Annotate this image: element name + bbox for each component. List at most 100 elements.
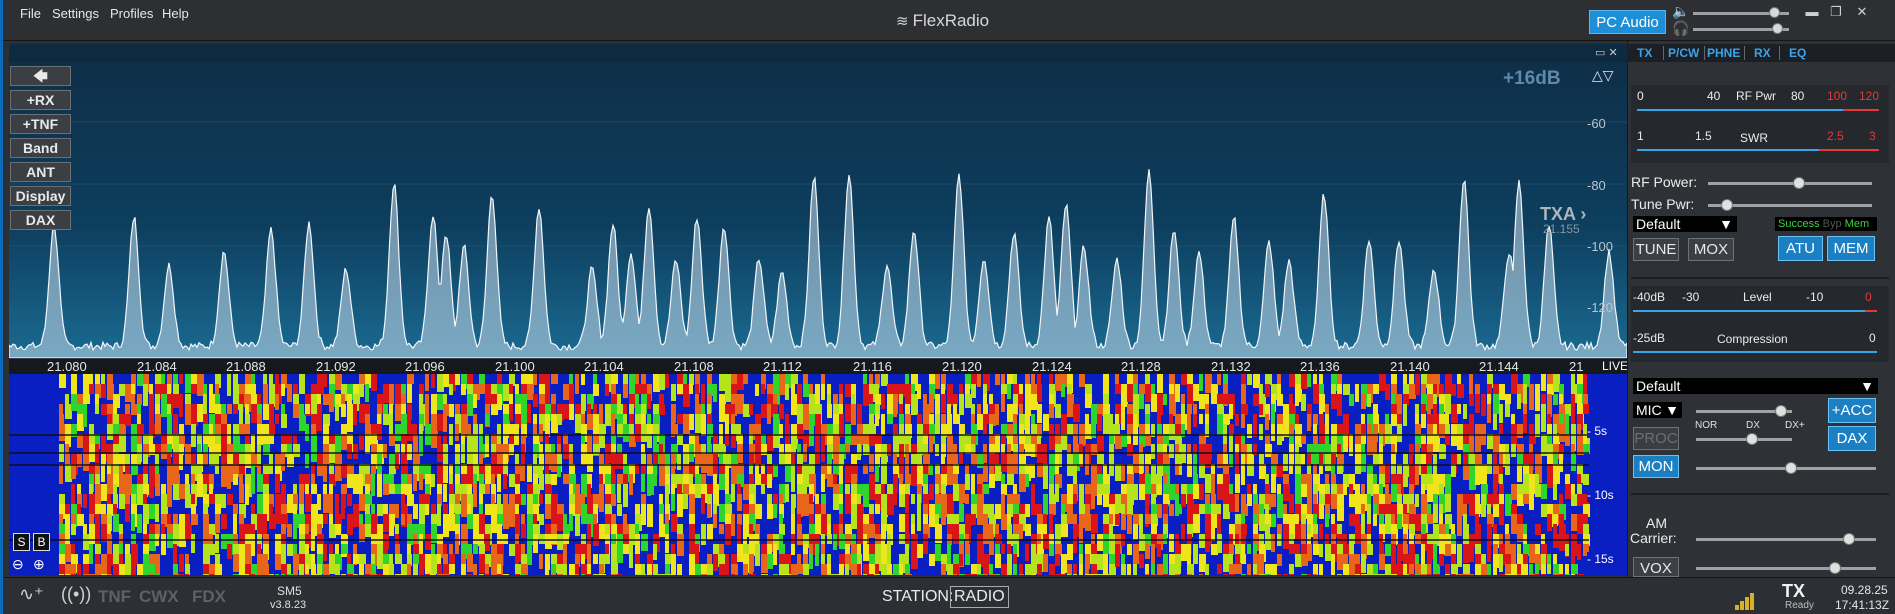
menu-help[interactable]: Help (162, 6, 189, 21)
wireless-icon[interactable]: ((•)) (61, 584, 91, 605)
waterfall-cell (875, 394, 882, 405)
band-button[interactable]: Band (10, 138, 71, 158)
waterfall-cell (1061, 384, 1065, 397)
proc-slider-knob[interactable] (1746, 433, 1758, 445)
antenna-button[interactable]: ANT (10, 162, 71, 182)
waterfall-b-button[interactable]: B (33, 533, 50, 551)
add-rx-button[interactable]: +RX (10, 90, 71, 110)
tab-pcw[interactable]: P/CW (1668, 46, 1699, 60)
waterfall-cell (1523, 414, 1527, 433)
waterfall-cell (911, 384, 915, 394)
mic-source-select[interactable]: MIC ▼ (1633, 402, 1682, 418)
waterfall-cell (887, 414, 893, 424)
dax-tx-button[interactable]: DAX (1828, 426, 1876, 451)
waterfall-cell (1499, 454, 1503, 464)
waterfall-cell (677, 494, 683, 517)
proc-button[interactable]: PROC (1633, 427, 1679, 450)
tnf-toggle[interactable]: TNF (98, 587, 131, 607)
waterfall-cell (1487, 434, 1494, 449)
waterfall-cell (1085, 574, 1092, 575)
menu-profiles[interactable]: Profiles (110, 6, 153, 21)
mox-button[interactable]: MOX (1688, 238, 1734, 261)
pan-scale-arrows[interactable]: △▽ (1592, 67, 1614, 84)
minimize-button[interactable]: ▬ (1802, 5, 1822, 19)
waterfall-cell (281, 454, 285, 471)
waterfall-cell (701, 454, 708, 473)
meter-scale: -40dB (1633, 290, 1666, 304)
waterfall-cell (335, 434, 341, 454)
collapse-panel-button[interactable]: 🡄 (10, 66, 71, 86)
waterfall-cell (131, 434, 137, 452)
menu-settings[interactable]: Settings (52, 6, 99, 21)
zoom-in-icon[interactable]: ⊕ (33, 556, 45, 573)
waterfall-cell (383, 384, 389, 403)
waterfall-cell (1385, 514, 1391, 534)
waterfall-cell (1535, 524, 1541, 535)
waterfall-cell (581, 374, 585, 385)
waterfall-cell (581, 504, 587, 524)
vox-button[interactable]: VOX (1633, 557, 1679, 577)
speaker-volume-knob[interactable] (1769, 7, 1780, 18)
vox-level-slider-knob[interactable] (1829, 562, 1841, 574)
tab-phone[interactable]: PHNE (1707, 46, 1740, 60)
display-button[interactable]: Display (10, 186, 71, 206)
pc-audio-button[interactable]: PC Audio (1589, 10, 1666, 34)
acc-button[interactable]: +ACC (1828, 398, 1876, 423)
tune-power-slider-knob[interactable] (1720, 199, 1733, 211)
rf-power-slider[interactable] (1708, 182, 1872, 185)
add-tnf-button[interactable]: +TNF (10, 114, 71, 134)
atu-button[interactable]: ATU (1778, 236, 1823, 261)
waterfall-cell (455, 424, 459, 441)
monitor-level-slider-knob[interactable] (1785, 462, 1797, 474)
station-name-field[interactable]: RADIO (950, 586, 1009, 608)
am-carrier-slider-knob[interactable] (1843, 533, 1855, 545)
waterfall-cell (1529, 574, 1536, 575)
menu-file[interactable]: File (20, 6, 41, 21)
mem-button[interactable]: MEM (1827, 236, 1875, 261)
waterfall-cell (743, 374, 748, 384)
waterfall-cell (1259, 384, 1263, 395)
waterfall-cell (1169, 484, 1175, 500)
tab-eq[interactable]: EQ (1789, 46, 1806, 60)
mic-profile-select[interactable]: Default ▼ (1633, 378, 1878, 394)
waterfall-cell (167, 494, 171, 505)
fdx-toggle[interactable]: FDX (192, 587, 226, 607)
waterfall-cell (701, 414, 706, 436)
waterfall[interactable] (9, 374, 1627, 575)
mic-level-slider-knob[interactable] (1775, 405, 1787, 417)
freq-label: 21.116 (853, 359, 892, 374)
waterfall-cell (1445, 394, 1451, 414)
waterfall-cell (1097, 454, 1104, 465)
waterfall-cell (983, 414, 990, 424)
proc-slider[interactable] (1696, 438, 1792, 441)
waterfall-s-button[interactable]: S (13, 533, 30, 551)
close-button[interactable]: ✕ (1852, 5, 1872, 19)
waterfall-cell (269, 574, 274, 575)
zoom-out-icon[interactable]: ⊖ (12, 556, 24, 573)
waterfall-cell (587, 404, 591, 414)
waterfall-cell (731, 464, 738, 484)
waterfall-cell (839, 564, 844, 575)
maximize-button[interactable]: ❐ (1826, 5, 1846, 19)
waterfall-cell (1067, 544, 1073, 560)
db-tick: -100 (1587, 239, 1614, 254)
tx-profile-select[interactable]: Default ▼ (1633, 216, 1737, 232)
db-offset-label: +16dB (1503, 68, 1561, 89)
mon-button[interactable]: MON (1633, 455, 1679, 478)
cwx-toggle[interactable]: CWX (139, 587, 179, 607)
waterfall-cell (989, 564, 993, 575)
tab-rx[interactable]: RX (1754, 46, 1771, 60)
headphone-volume-knob[interactable] (1772, 23, 1783, 34)
vox-level-slider[interactable] (1696, 567, 1876, 570)
waterfall-cell (971, 384, 976, 398)
dax-button[interactable]: DAX (10, 210, 71, 230)
add-panadapter-icon[interactable]: ∿⁺ (19, 584, 44, 605)
waterfall-cell (383, 564, 389, 575)
tab-tx[interactable]: TX (1637, 46, 1652, 60)
frequency-scale[interactable]: 21.080 21.084 21.088 21.092 21.096 21.10… (9, 358, 1628, 374)
panadapter-window-controls[interactable]: ▭ ✕ (1595, 46, 1618, 59)
waterfall-cell (725, 384, 732, 402)
tune-button[interactable]: TUNE (1633, 238, 1679, 261)
waterfall-cell (827, 384, 831, 394)
panadapter[interactable] (9, 62, 1627, 358)
